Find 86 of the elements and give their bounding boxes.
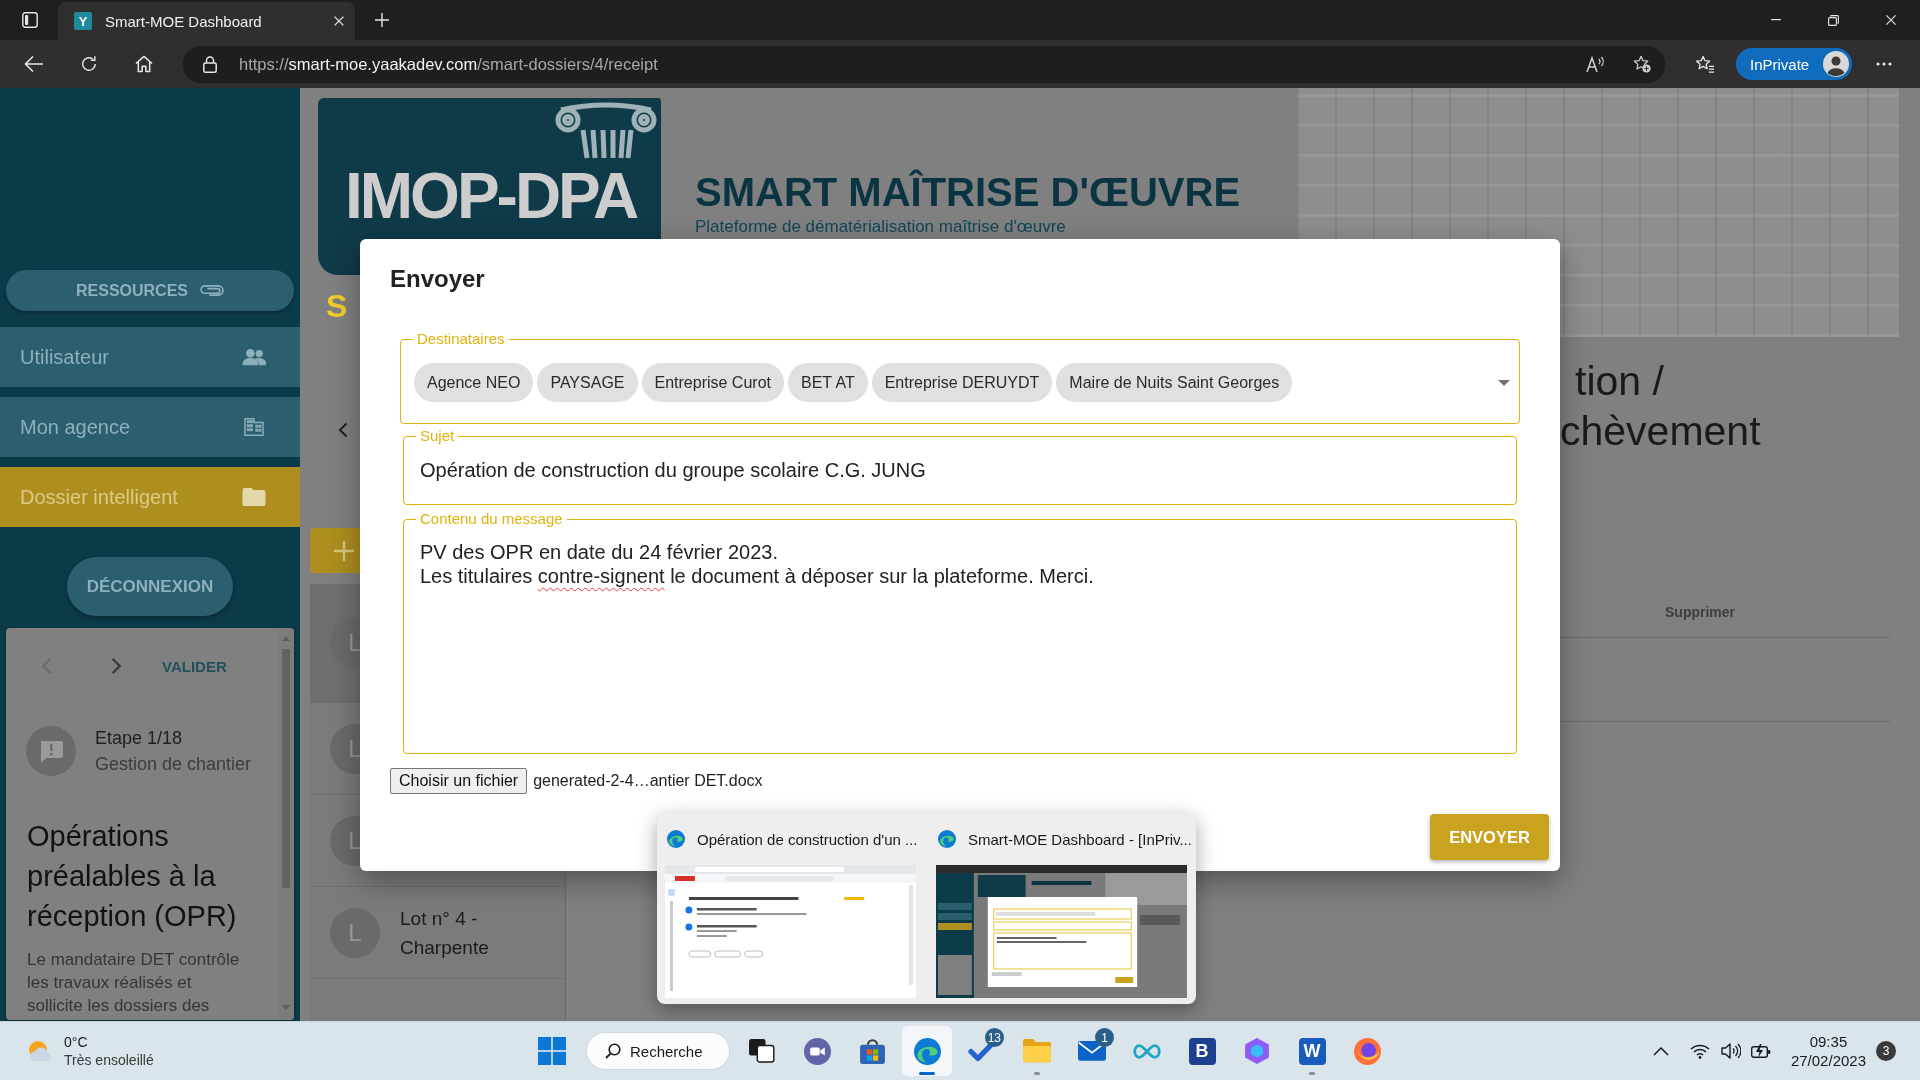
chevron-up-icon[interactable] <box>1652 1046 1669 1056</box>
plus-icon[interactable] <box>375 13 389 27</box>
video-camera-icon <box>803 1037 831 1065</box>
page-heading: chèvement <box>1560 407 1761 456</box>
subject-field[interactable]: Sujet Opération de construction du groupe scolaire C.G. JUNG <box>403 427 1517 505</box>
step-number: Etape 1/18 <box>95 727 183 749</box>
step-title: Opérations préalables à la réception (OPR) <box>27 819 238 934</box>
swirl-icon <box>913 1037 941 1065</box>
folder-icon <box>242 488 266 506</box>
lot-name: Lot n° 4 - Charpente <box>400 906 490 960</box>
caret-down-icon[interactable] <box>1498 379 1510 386</box>
site-favicon: Y <box>74 12 92 30</box>
building-icon <box>242 418 266 436</box>
restore-icon[interactable] <box>1828 14 1839 26</box>
dialog-title: Envoyer <box>390 267 485 291</box>
clock-date[interactable]: 27/02/2023 <box>1790 1052 1866 1069</box>
recipient-chip[interactable]: Entreprise DERUYDT <box>871 363 1053 402</box>
chevron-right-icon[interactable] <box>111 657 122 675</box>
chevron-left-icon[interactable] <box>338 422 348 438</box>
inprivate-button[interactable]: InPrivate <box>1736 48 1852 80</box>
choose-file-button[interactable]: Choisir un fichier <box>390 768 528 794</box>
grid-icon <box>538 1037 566 1065</box>
message-field[interactable]: Contenu du message PV des OPR en date du 24 février 2023. Les titulaires contre-signent le document à déposer sur la plateforme. Merci. <box>403 510 1517 754</box>
app-subtitle: Plateforme de dématérialisation maîtrise d'œuvre <box>695 218 1066 236</box>
logo-caption: S <box>326 290 348 322</box>
star-plus-icon[interactable] <box>1632 55 1652 73</box>
reload-icon[interactable] <box>79 55 99 73</box>
paperclip-icon <box>200 285 224 296</box>
search-field[interactable]: Recherche <box>586 1032 730 1070</box>
browser-tab[interactable]: Y Smart-MOE Dashboard <box>58 2 355 40</box>
recipient-chip[interactable]: BET AT <box>788 363 868 402</box>
alert-bubble-icon <box>26 726 76 776</box>
mail-window-thumbnail-drawing[interactable] <box>665 865 916 998</box>
taskbar-app-button[interactable]: 1 <box>1067 1026 1117 1076</box>
notification-badge: 13 <box>984 1028 1004 1047</box>
users-icon <box>242 348 266 366</box>
scrollbar[interactable] <box>278 628 294 1020</box>
weather-text[interactable]: Très ensoleillé <box>64 1052 154 1068</box>
close-icon[interactable] <box>334 16 344 26</box>
close-icon[interactable] <box>1886 15 1896 25</box>
globe-icon <box>1353 1037 1381 1065</box>
taskbar-app-button[interactable]: W <box>1287 1026 1337 1076</box>
address-field[interactable]: https://smart-moe.yaakadev.com/smart-dossiers/4/receipt <box>183 45 1665 83</box>
avatar-icon <box>1823 51 1849 77</box>
window-title: Opération de construction d'un ... <box>697 830 918 848</box>
search-icon <box>605 1043 621 1059</box>
speaker-icon[interactable] <box>1720 1043 1741 1059</box>
clock-time[interactable]: 09:35 <box>1809 1033 1848 1050</box>
wifi-icon[interactable] <box>1689 1043 1710 1059</box>
swirl-icon <box>938 830 956 848</box>
step-phase: Gestion de chantier <box>95 753 252 775</box>
sidebar-panel-icon[interactable] <box>22 12 38 28</box>
overlapping-squares-icon <box>749 1039 775 1063</box>
logo-text: IMOP-DPA <box>345 164 637 228</box>
lock-icon <box>203 55 217 73</box>
back-arrow-icon[interactable] <box>24 55 44 73</box>
minimize-icon[interactable] <box>1771 19 1781 21</box>
battery-icon[interactable] <box>1750 1044 1771 1058</box>
plus-icon <box>334 540 354 561</box>
taskbar-app-button[interactable]: 13 <box>957 1026 1007 1076</box>
recipient-chip[interactable]: Agence NEO <box>414 363 534 402</box>
temperature-text[interactable]: 0°C <box>64 1034 88 1050</box>
taskbar-app-button[interactable]: B <box>1177 1026 1227 1076</box>
more-icon[interactable] <box>1876 62 1892 66</box>
recipients-field[interactable]: Destinataires Agence NEO PAYSAGE Entreprise Curot BET AT Entreprise DERUYDT Maire de Nuits Saint Georges <box>400 330 1520 424</box>
infinity-icon <box>1132 1043 1162 1059</box>
scrollbar-thumb[interactable] <box>282 649 290 888</box>
favorites-icon[interactable] <box>1695 55 1715 73</box>
shopping-bag-icon <box>859 1038 885 1064</box>
recipient-chip[interactable]: PAYSAGE <box>537 363 638 402</box>
recipient-chip[interactable]: Maire de Nuits Saint Georges <box>1056 363 1293 402</box>
step-description: Le mandataire DET contrôle les travaux réalisés et sollicite les dossiers des <box>27 949 241 1017</box>
recipient-chip[interactable]: Entreprise Curot <box>641 363 784 402</box>
column-header: Supprimer <box>1665 603 1735 620</box>
notification-badge[interactable]: 3 <box>1876 1041 1896 1061</box>
home-icon[interactable] <box>134 55 154 73</box>
hexagon-icon <box>1245 1038 1269 1064</box>
dashboard-window-thumbnail-drawing[interactable] <box>936 865 1187 998</box>
page-heading: tion / <box>1575 357 1664 406</box>
notification-badge: 1 <box>1095 1028 1114 1047</box>
read-aloud-icon[interactable] <box>1586 55 1606 73</box>
file-name: generated-2-4…antier DET.docx <box>533 772 763 790</box>
folder-icon <box>1023 1039 1051 1063</box>
envelope-icon <box>1078 1041 1106 1061</box>
swirl-icon <box>667 830 685 848</box>
window-title: Smart-MOE Dashboard - [InPriv... <box>968 830 1192 848</box>
